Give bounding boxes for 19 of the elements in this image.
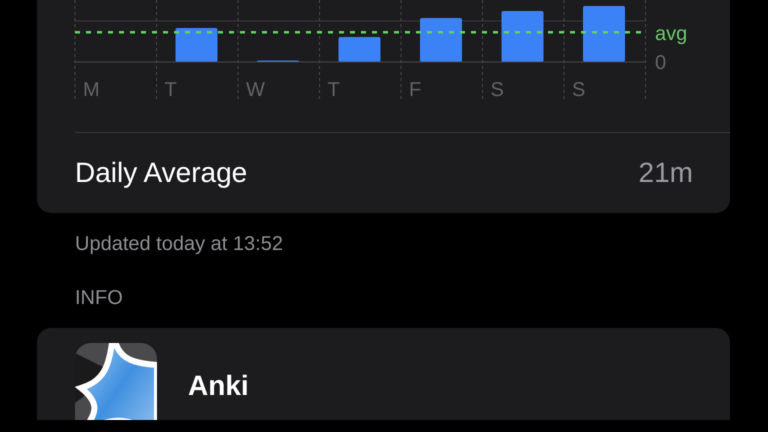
chart-bar: [420, 18, 462, 62]
day-label: F: [409, 79, 422, 101]
day-label: T: [328, 79, 340, 101]
chart-bar: [583, 6, 625, 62]
day-label: S: [572, 79, 586, 101]
day-label: T: [164, 79, 177, 101]
updated-text: Updated today at 13:52: [75, 233, 283, 255]
day-label: M: [83, 79, 100, 101]
axis-label: 0: [655, 52, 666, 74]
summary-value: 21m: [638, 156, 693, 190]
day-label: S: [490, 79, 504, 101]
day-label: W: [246, 79, 265, 101]
average-label: avg: [655, 23, 688, 45]
chart-bar: [338, 37, 380, 62]
section-header: INFO: [75, 287, 123, 309]
chart-bar: [502, 11, 544, 62]
app-name: Anki: [188, 369, 249, 403]
chart-bar: [176, 28, 218, 62]
summary-label: Daily Average: [75, 156, 248, 190]
